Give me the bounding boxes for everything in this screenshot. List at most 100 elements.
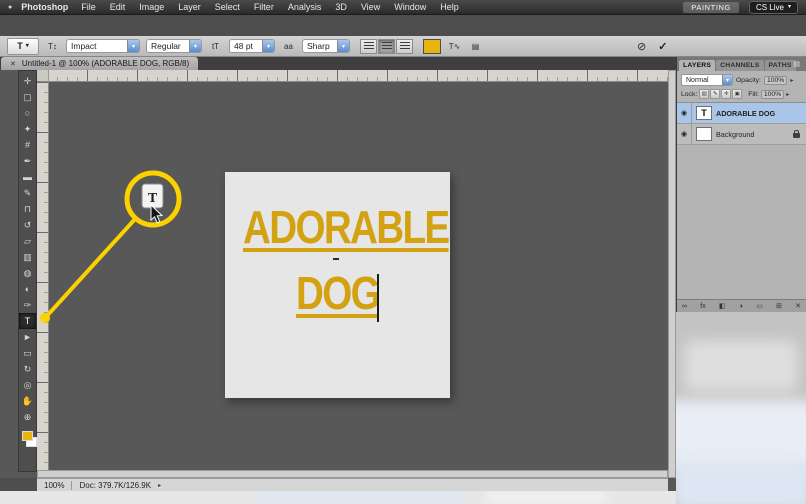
app-menu[interactable]: Photoshop bbox=[21, 2, 68, 12]
chevron-down-icon[interactable]: ▾ bbox=[722, 75, 732, 85]
font-family-select[interactable]: Impact ▾ bbox=[66, 39, 140, 53]
zoom-tool[interactable]: ⊕ bbox=[19, 409, 36, 425]
lock-paint-icon[interactable]: ✎ bbox=[710, 89, 720, 99]
layer-row-adorable-dog[interactable]: ◉ T ADORABLE DOG bbox=[677, 103, 806, 124]
3d-rotate-tool[interactable]: ↻ bbox=[19, 361, 36, 377]
blur-tool[interactable]: ◍ bbox=[19, 265, 36, 281]
toggle-panels-icon[interactable]: ▤ bbox=[468, 39, 483, 54]
menu-item[interactable]: Edit bbox=[103, 2, 133, 12]
visibility-eye-icon[interactable]: ◉ bbox=[677, 124, 692, 144]
panel-menu-icon[interactable]: ▤ bbox=[793, 60, 800, 68]
align-center-button[interactable] bbox=[378, 39, 395, 54]
gradient-tool[interactable]: ▥ bbox=[19, 249, 36, 265]
cancel-edits-button[interactable]: ⊘ bbox=[637, 40, 646, 53]
close-icon[interactable]: ✕ bbox=[10, 60, 16, 68]
opacity-value[interactable]: 100% bbox=[764, 76, 787, 85]
path-selection-tool[interactable]: ► bbox=[19, 329, 36, 345]
blurred-background bbox=[676, 312, 806, 504]
pen-tool[interactable]: ✑ bbox=[19, 297, 36, 313]
text-layer-thumbnail[interactable]: T bbox=[696, 106, 712, 120]
hand-tool[interactable]: ✋ bbox=[19, 393, 36, 409]
crop-tool[interactable]: # bbox=[19, 137, 36, 153]
workspace-switcher-button[interactable]: PAINTING bbox=[683, 2, 739, 13]
menu-item[interactable]: View bbox=[354, 2, 387, 12]
delete-layer-icon[interactable]: ✕ bbox=[795, 302, 801, 310]
chevron-right-icon[interactable]: ▸ bbox=[158, 482, 161, 489]
new-layer-icon[interactable]: ⊞ bbox=[776, 302, 782, 310]
clone-stamp-tool[interactable]: ⊓ bbox=[19, 201, 36, 217]
tab-layers[interactable]: LAYERS bbox=[679, 60, 715, 71]
status-bar: 100% Doc: 379.7K/126.9K ▸ bbox=[37, 478, 668, 491]
apple-menu-icon[interactable]: ● bbox=[8, 4, 12, 11]
lock-position-icon[interactable]: ✛ bbox=[721, 89, 731, 99]
layer-name[interactable]: ADORABLE DOG bbox=[716, 109, 775, 118]
menu-item[interactable]: Analysis bbox=[281, 2, 329, 12]
layer-group-icon[interactable]: ▭ bbox=[756, 302, 763, 310]
link-layers-icon[interactable]: ∞ bbox=[682, 303, 687, 310]
rectangular-marquee-tool[interactable]: ▢ bbox=[19, 89, 36, 105]
font-style-select[interactable]: Regular ▾ bbox=[146, 39, 202, 53]
status-corner bbox=[0, 478, 37, 491]
menu-item[interactable]: Select bbox=[208, 2, 247, 12]
document-tab[interactable]: ✕ Untitled-1 @ 100% (ADORABLE DOG, RGB/8… bbox=[1, 57, 198, 70]
lasso-tool[interactable]: ○ bbox=[19, 105, 36, 121]
zoom-level-field[interactable]: 100% bbox=[44, 481, 64, 490]
align-right-button[interactable] bbox=[396, 39, 413, 54]
blend-mode-select[interactable]: Normal ▾ bbox=[681, 74, 733, 86]
shape-tool[interactable]: ▭ bbox=[19, 345, 36, 361]
eraser-tool[interactable]: ▱ bbox=[19, 233, 36, 249]
chevron-down-icon[interactable]: ▾ bbox=[189, 40, 201, 52]
3d-camera-tool[interactable]: ◎ bbox=[19, 377, 36, 393]
layer-name[interactable]: Background bbox=[716, 130, 754, 139]
menu-item[interactable]: File bbox=[74, 2, 103, 12]
ruler-corner bbox=[37, 70, 49, 82]
text-color-swatch[interactable] bbox=[423, 39, 441, 54]
lock-all-icon[interactable]: ▣ bbox=[732, 89, 742, 99]
tab-channels[interactable]: CHANNELS bbox=[716, 60, 763, 71]
anti-alias-select[interactable]: Sharp ▾ bbox=[302, 39, 350, 53]
menu-item[interactable]: Layer bbox=[171, 2, 208, 12]
layer-style-icon[interactable]: fx bbox=[700, 303, 705, 310]
font-size-select[interactable]: 48 pt ▾ bbox=[229, 39, 275, 53]
align-left-button[interactable] bbox=[360, 39, 377, 54]
chevron-right-icon[interactable]: ▸ bbox=[786, 91, 789, 98]
menu-item[interactable]: Image bbox=[132, 2, 171, 12]
history-brush-tool[interactable]: ↺ bbox=[19, 217, 36, 233]
tool-preset-picker[interactable]: T ▾ bbox=[7, 38, 39, 55]
opacity-label: Opacity: bbox=[736, 77, 761, 84]
background-layer-thumbnail[interactable] bbox=[696, 127, 712, 141]
cs-live-button[interactable]: CS Live ▾ bbox=[749, 1, 798, 14]
type-tool[interactable]: T bbox=[19, 313, 36, 329]
chevron-right-icon[interactable]: ▸ bbox=[790, 77, 793, 84]
blend-mode-value: Normal bbox=[686, 77, 709, 84]
commit-edits-button[interactable]: ✓ bbox=[658, 40, 667, 53]
warp-text-icon[interactable]: T∿ bbox=[447, 39, 462, 54]
adjustment-layer-icon[interactable]: ◑ bbox=[739, 303, 743, 310]
move-tool[interactable]: ✛ bbox=[19, 73, 36, 89]
menu-item[interactable]: Help bbox=[433, 2, 466, 12]
lock-transparency-icon[interactable]: ▧ bbox=[699, 89, 709, 99]
layers-panel: LAYERSCHANNELSPATHS ▤ Normal ▾ Opacity: … bbox=[676, 57, 806, 312]
eyedropper-tool[interactable]: ✒ bbox=[19, 153, 36, 169]
quick-selection-tool[interactable]: ✦ bbox=[19, 121, 36, 137]
cs-live-label: CS Live bbox=[756, 3, 784, 12]
foreground-color-swatch[interactable] bbox=[22, 431, 33, 441]
chevron-down-icon[interactable]: ▾ bbox=[337, 40, 349, 52]
layer-row-background[interactable]: ◉ Background bbox=[677, 124, 806, 145]
chevron-down-icon[interactable]: ▾ bbox=[262, 40, 274, 52]
visibility-eye-icon[interactable]: ◉ bbox=[677, 103, 692, 123]
menu-item[interactable]: Filter bbox=[247, 2, 281, 12]
chevron-down-icon[interactable]: ▾ bbox=[127, 40, 139, 52]
fill-value[interactable]: 100% bbox=[761, 90, 784, 99]
horizontal-scrollbar[interactable] bbox=[37, 470, 668, 478]
vertical-scrollbar[interactable] bbox=[668, 70, 676, 478]
menu-item[interactable]: Window bbox=[387, 2, 433, 12]
tab-paths[interactable]: PATHS bbox=[765, 60, 796, 71]
document-canvas[interactable]: ADORABLE DOG bbox=[225, 172, 450, 398]
text-orientation-icon[interactable]: T↕ bbox=[45, 39, 60, 54]
menu-item[interactable]: 3D bbox=[328, 2, 354, 12]
spot-healing-brush-tool[interactable]: ▬ bbox=[19, 169, 36, 185]
brush-tool[interactable]: ✎ bbox=[19, 185, 36, 201]
dodge-tool[interactable]: ◐ bbox=[19, 281, 36, 297]
layer-mask-icon[interactable]: ◧ bbox=[719, 302, 726, 310]
